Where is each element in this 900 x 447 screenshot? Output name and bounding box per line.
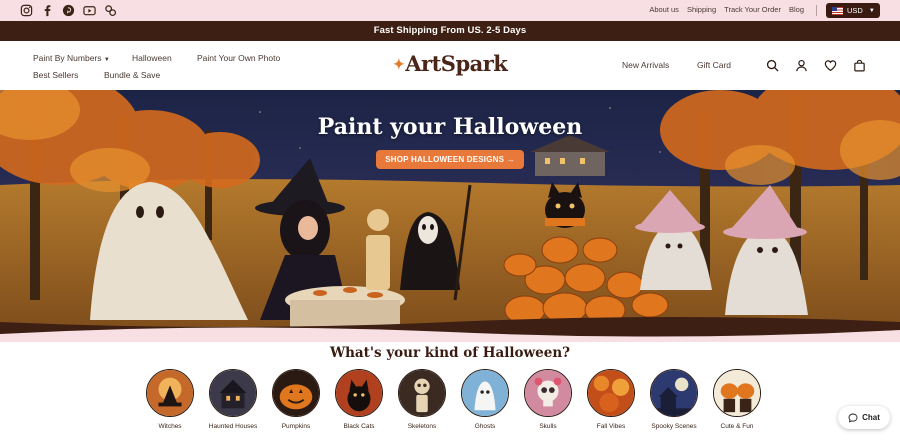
utility-bar: About us Shipping Track Your Order Blog … [0, 0, 900, 21]
category-black-cats[interactable]: Black Cats [334, 369, 384, 430]
search-icon[interactable] [766, 59, 779, 72]
nav-gift-card[interactable]: Gift Card [697, 60, 731, 70]
shop-halloween-button[interactable]: SHOP HALLOWEEN DESIGNS → [376, 150, 524, 169]
category-image [209, 369, 257, 417]
category-label: Cute & Fun [720, 423, 754, 430]
secondary-nav: New Arrivals Gift Card [622, 60, 731, 70]
nav-paint-your-own-photo[interactable]: Paint Your Own Photo [197, 53, 280, 70]
us-flag-icon [832, 6, 843, 15]
chat-bubble-icon [848, 413, 858, 423]
announcement-text: Fast Shipping From US. 2-5 Days [373, 25, 527, 36]
category-label: Black Cats [343, 423, 375, 430]
category-skulls[interactable]: Skulls [523, 369, 573, 430]
category-image [398, 369, 446, 417]
wishlist-icon[interactable] [824, 59, 837, 72]
nav-paint-by-numbers-label: Paint By Numbers [33, 53, 102, 63]
category-image [272, 369, 320, 417]
category-image [650, 369, 698, 417]
primary-nav: Paint By Numbers ▼ Halloween Paint Your … [33, 53, 280, 87]
caret-down-icon: ▼ [103, 57, 110, 63]
blog-link[interactable]: Blog [785, 5, 808, 14]
logo-text: ArtSpark [405, 51, 508, 76]
cart-icon[interactable] [853, 59, 866, 72]
nav-paint-by-numbers[interactable]: Paint By Numbers ▼ [33, 53, 132, 70]
primary-nav-row: Best Sellers Bundle & Save [33, 70, 280, 87]
link-icon[interactable] [104, 4, 117, 17]
header-actions [766, 59, 866, 72]
chat-button[interactable]: Chat [838, 406, 890, 429]
category-label: Skeletons [407, 423, 437, 430]
utility-divider [816, 5, 817, 16]
shipping-link[interactable]: Shipping [683, 5, 720, 14]
category-image [713, 369, 761, 417]
logo[interactable]: ✦ArtSpark [393, 51, 508, 76]
category-image [587, 369, 635, 417]
category-image [461, 369, 509, 417]
category-image [146, 369, 194, 417]
track-order-link[interactable]: Track Your Order [720, 5, 785, 14]
category-fall-vibes[interactable]: Fall Vibes [586, 369, 636, 430]
category-image [524, 369, 572, 417]
category-label: Skulls [539, 423, 557, 430]
nav-new-arrivals[interactable]: New Arrivals [622, 60, 697, 70]
category-image [335, 369, 383, 417]
category-label: Pumpkins [281, 423, 311, 430]
category-ghosts[interactable]: Ghosts [460, 369, 510, 430]
category-witches[interactable]: Witches [145, 369, 195, 430]
primary-nav-row: Paint By Numbers ▼ Halloween Paint Your … [33, 53, 280, 70]
category-label: Spooky Scenes [651, 423, 697, 430]
category-skeletons[interactable]: Skeletons [397, 369, 447, 430]
currency-code: USD [847, 6, 863, 15]
star-icon: ✦ [393, 57, 405, 73]
nav-bundle-save[interactable]: Bundle & Save [104, 70, 160, 87]
announcement-bar: Fast Shipping From US. 2-5 Days [0, 21, 900, 41]
category-list: Witches Haunted Houses Pumpkins Black Ca… [145, 369, 762, 430]
category-cute-fun[interactable]: Cute & Fun [712, 369, 762, 430]
social-links [20, 4, 117, 17]
hero-banner: Paint your Halloween SHOP HALLOWEEN DESI… [0, 90, 900, 342]
category-pumpkins[interactable]: Pumpkins [271, 369, 321, 430]
account-icon[interactable] [795, 59, 808, 72]
category-haunted-houses[interactable]: Haunted Houses [208, 369, 258, 430]
youtube-icon[interactable] [83, 4, 96, 17]
category-label: Witches [158, 423, 182, 430]
chevron-down-icon: ▼ [868, 7, 875, 14]
category-label: Haunted Houses [208, 423, 258, 430]
pinterest-icon[interactable] [62, 4, 75, 17]
nav-halloween[interactable]: Halloween [132, 53, 197, 70]
category-label: Ghosts [474, 423, 496, 430]
nav-best-sellers[interactable]: Best Sellers [33, 70, 104, 87]
utility-links: About us Shipping Track Your Order Blog [645, 5, 808, 14]
main-header: Paint By Numbers ▼ Halloween Paint Your … [0, 41, 900, 90]
chat-label: Chat [862, 413, 880, 422]
instagram-icon[interactable] [20, 4, 33, 17]
category-spooky-scenes[interactable]: Spooky Scenes [649, 369, 699, 430]
facebook-icon[interactable] [41, 4, 54, 17]
category-label: Fall Vibes [596, 423, 626, 430]
hero-title: Paint your Halloween [317, 114, 583, 140]
about-us-link[interactable]: About us [645, 5, 683, 14]
currency-selector[interactable]: USD ▼ [826, 3, 880, 18]
categories-title: What's your kind of Halloween? [329, 345, 571, 361]
